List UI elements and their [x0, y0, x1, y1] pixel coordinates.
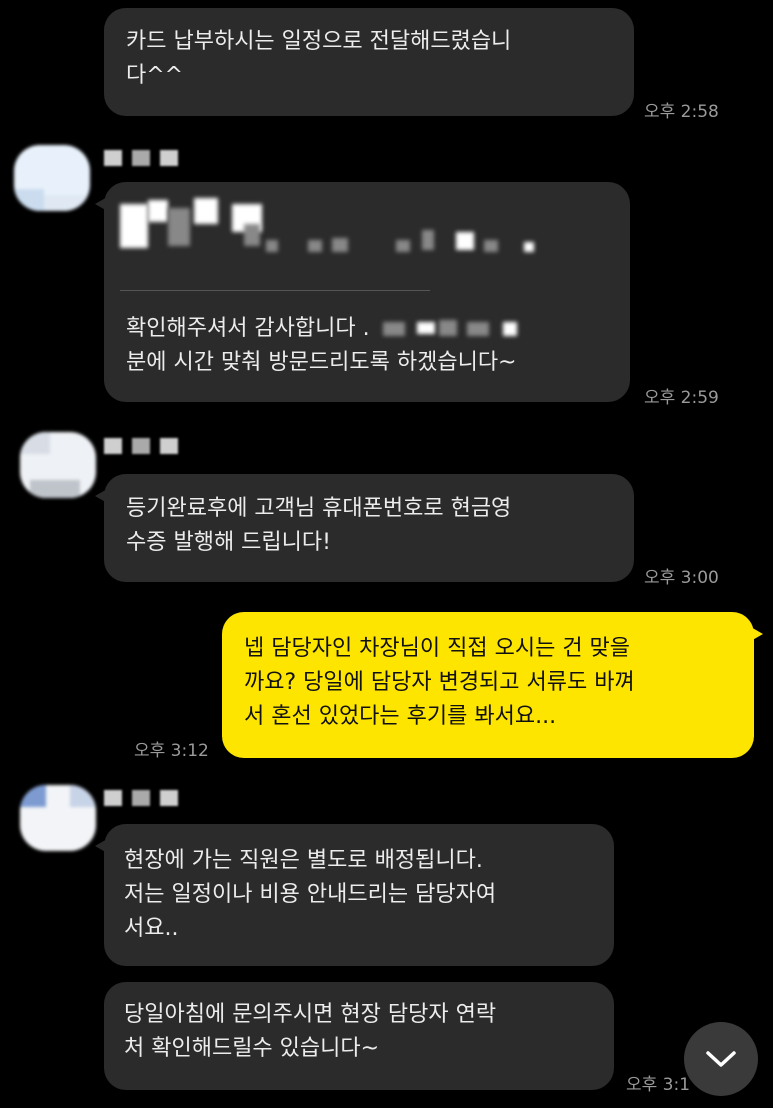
chevron-down-icon: [706, 1051, 736, 1067]
message-time: 오후 2:59: [644, 388, 719, 408]
message-text: 저는 일정이나 비용 안내드리는 담당자여: [124, 882, 497, 907]
message-text: 현장에 가는 직원은 별도로 배정됩니다.: [124, 848, 483, 873]
message-text: 확인해주셔서 감사합니다 .: [126, 312, 527, 346]
message-text: 분에 시간 맞춰 방문드리도록 하겠습니다~: [126, 350, 517, 375]
received-message-bubble[interactable]: 현장에 가는 직원은 별도로 배정됩니다. 저는 일정이나 비용 안내드리는 담…: [95, 824, 614, 966]
message-text: 처 확인해드릴수 있습니다~: [124, 1036, 380, 1061]
message-text: 수증 발행해 드립니다!: [126, 530, 331, 555]
sender-avatar[interactable]: [20, 432, 96, 498]
sent-message-bubble[interactable]: 넵 담당자인 차장님이 직접 오시는 건 맞을 까요? 당일에 담당자 변경되고…: [222, 612, 763, 758]
message-text: 넵 담당자인 차장님이 직접 오시는 건 맞을: [244, 636, 631, 661]
message-text: 서요..: [124, 916, 179, 941]
message-text: 카드 납부하시는 일정으로 전달해드렸습니: [126, 29, 512, 54]
sender-avatar[interactable]: [14, 145, 90, 211]
sender-name: [104, 150, 178, 168]
received-message-bubble[interactable]: 등기완료후에 고객님 휴대폰번호로 현금영 수증 발행해 드립니다!: [95, 474, 634, 582]
message-time: 오후 3:00: [644, 568, 719, 588]
message-text: 서 혼선 있었다는 후기를 봐서요...: [244, 704, 557, 729]
sender-name: [104, 790, 178, 808]
scroll-to-bottom-button[interactable]: [684, 1022, 758, 1096]
message-time: 오후 2:58: [644, 102, 719, 122]
message-time: 오후 3:12: [134, 741, 209, 761]
message-text: 당일아침에 문의주시면 현장 담당자 연락: [124, 1002, 497, 1027]
received-message-bubble[interactable]: 카드 납부하시는 일정으로 전달해드렸습니 다^^: [104, 8, 634, 116]
message-text: 등기완료후에 고객님 휴대폰번호로 현금영: [126, 496, 512, 521]
sender-avatar[interactable]: [20, 785, 96, 851]
message-time: 오후 3:1: [626, 1075, 691, 1095]
sender-name: [104, 438, 178, 456]
preview-divider: [120, 290, 430, 291]
received-message-bubble[interactable]: 당일아침에 문의주시면 현장 담당자 연락 처 확인해드릴수 있습니다~: [104, 982, 614, 1090]
message-text: 까요? 당일에 담당자 변경되고 서류도 바껴: [244, 670, 635, 695]
link-preview[interactable]: [104, 182, 630, 290]
received-message-bubble[interactable]: 확인해주셔서 감사합니다 . 분에 시간 맞춰 방문드리도록 하겠습니다~: [95, 182, 630, 402]
message-text: 다^^: [126, 63, 184, 88]
